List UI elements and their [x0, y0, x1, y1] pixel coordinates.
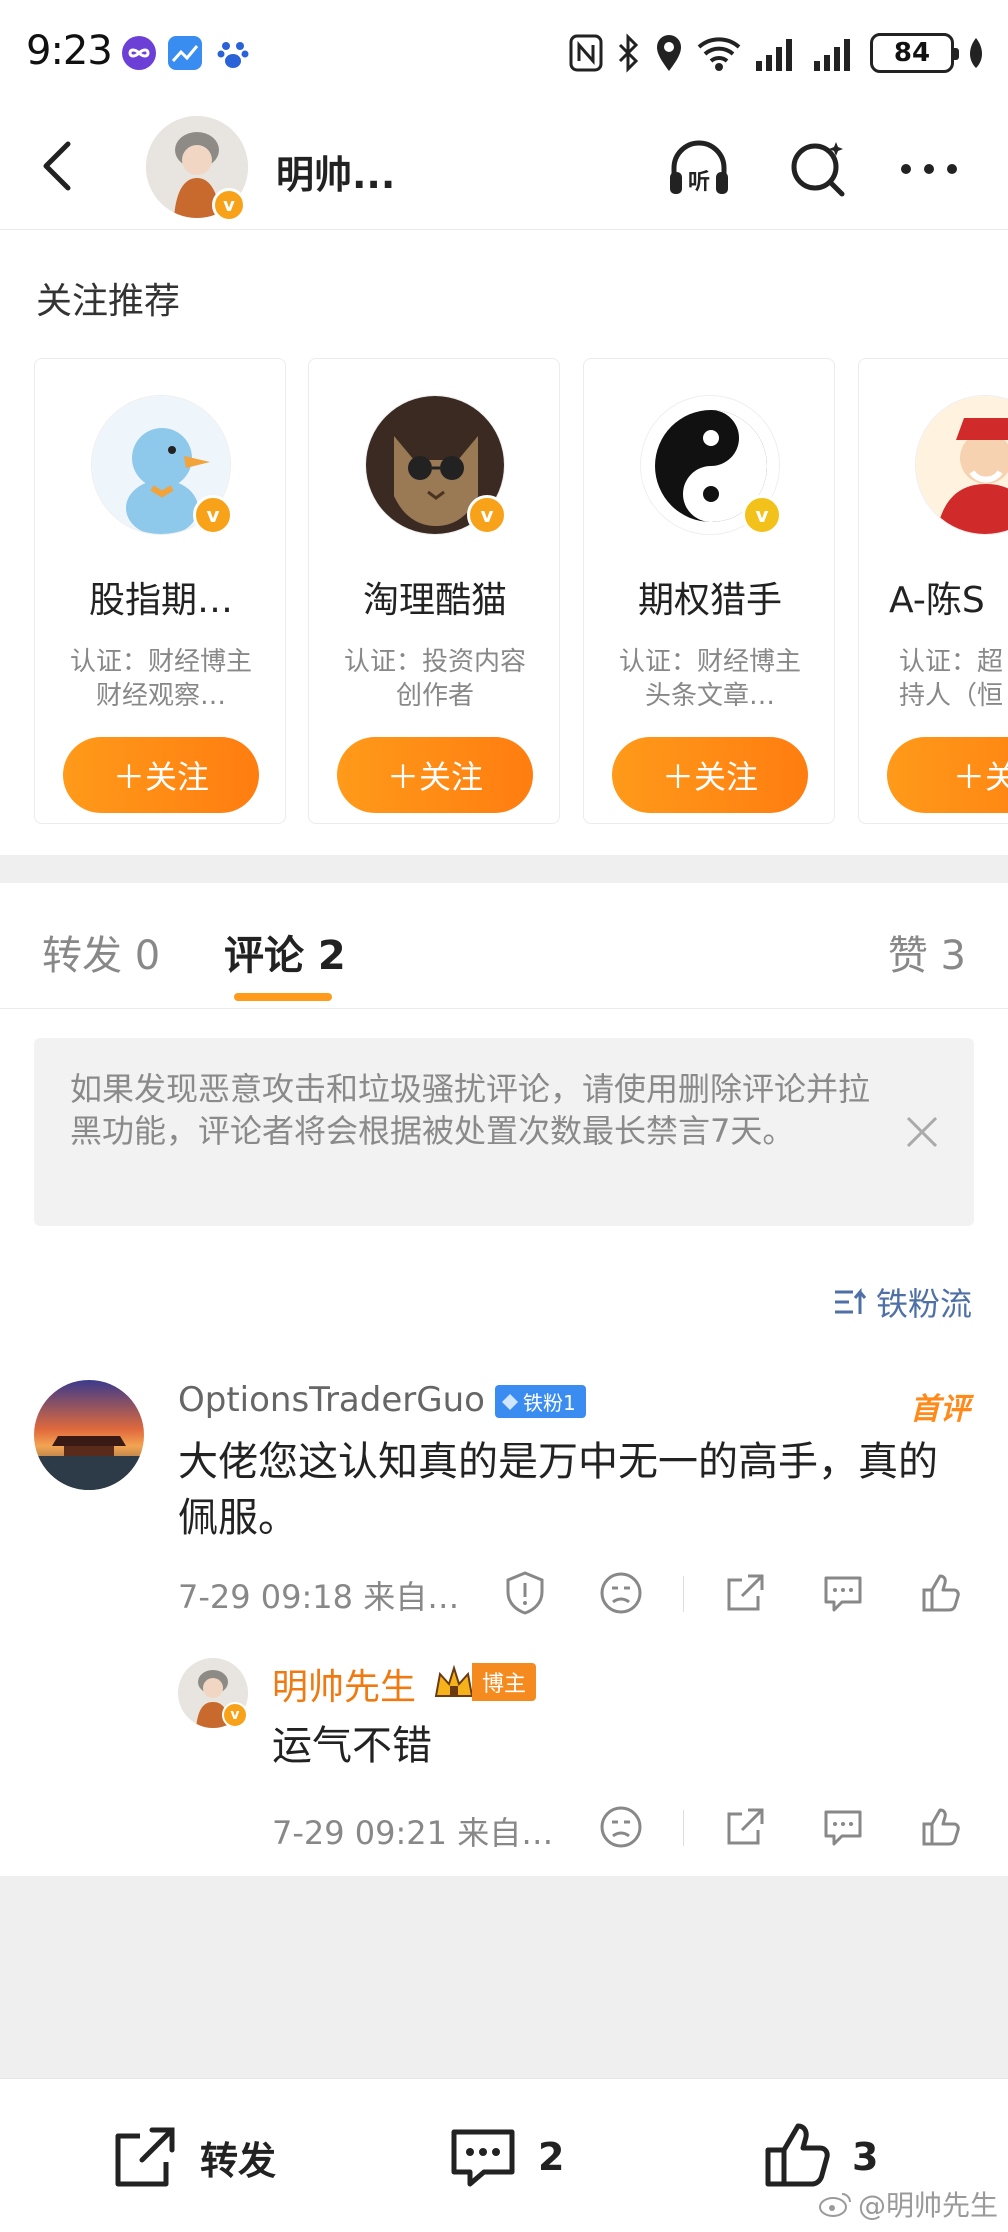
- dislike-icon[interactable]: [598, 1570, 644, 1616]
- verified-badge: v: [222, 1702, 248, 1728]
- share-icon: [115, 2127, 175, 2187]
- share-icon[interactable]: [722, 1804, 768, 1850]
- watermark-text: @明帅先生: [857, 2189, 998, 2222]
- back-icon[interactable]: [30, 136, 90, 196]
- dislike-icon[interactable]: [598, 1804, 644, 1850]
- baidu-app-icon: [216, 36, 250, 70]
- username-text: OptionsTraderGuo: [178, 1380, 485, 1420]
- status-time: 9:23: [26, 28, 113, 74]
- like-icon: [765, 2123, 830, 2187]
- tab-likes[interactable]: 赞 3: [888, 923, 966, 981]
- wifi-icon: [697, 37, 741, 71]
- comment-meta: 7-29 09:18 来自…: [178, 1578, 460, 1616]
- rec-name: A-陈S: [889, 580, 985, 621]
- separator: [683, 1576, 684, 1612]
- verified-badge: v: [212, 188, 246, 222]
- comment-count: 2: [538, 2135, 565, 2179]
- follow-button[interactable]: ＋关注: [337, 737, 533, 813]
- top-nav: v 明帅... 听: [0, 108, 1008, 230]
- section-title: 关注推荐: [36, 281, 181, 322]
- fan-badge-label: 铁粉1: [522, 1391, 576, 1415]
- tab-underline: [234, 993, 332, 1001]
- page-title[interactable]: 明帅...: [276, 144, 395, 199]
- sort-label: 铁粉流: [875, 1285, 972, 1323]
- verified-badge: v: [742, 495, 782, 535]
- like-icon[interactable]: [918, 1570, 964, 1616]
- repost-label: 转发: [200, 2138, 277, 2183]
- separator: [683, 1810, 684, 1846]
- watermark: @明帅先生: [818, 2184, 998, 2224]
- svg-text:听: 听: [688, 170, 710, 195]
- reply-text[interactable]: 运气不错: [272, 1718, 962, 1774]
- rec-card[interactable]: A-陈S 认证：超持人（恒 ＋关: [858, 358, 1008, 824]
- status-icons: 84: [568, 30, 986, 76]
- reply-meta: 7-29 09:21 来自…: [272, 1814, 554, 1852]
- follow-recommendations: 关注推荐 v 股指期… 认证：财经博主 财经观察… ＋关注 v 淘理酷猫 认证：…: [0, 230, 1008, 855]
- rec-desc: 认证：财经博主 财经观察…: [69, 647, 252, 711]
- nfc-icon: [569, 34, 603, 72]
- rec-card[interactable]: v 淘理酷猫 认证：投资内容创作者 ＋关注: [308, 358, 560, 824]
- search-icon[interactable]: [784, 134, 854, 204]
- location-icon: [657, 35, 681, 71]
- share-icon[interactable]: [722, 1570, 768, 1616]
- follow-button[interactable]: ＋关注: [612, 737, 808, 813]
- blogger-tag: 博主: [432, 1662, 537, 1702]
- comment-text[interactable]: 大佬您这认知真的是万中无一的高手，真的佩服。: [178, 1434, 968, 1546]
- like-count: 3: [852, 2135, 879, 2179]
- close-icon[interactable]: [904, 1114, 940, 1150]
- first-comment-tag: 首评: [910, 1392, 970, 1427]
- tab-bar: 转发 0 评论 2 赞 3: [0, 883, 1008, 1009]
- rec-card[interactable]: v 期权猎手 认证：财经博主 头条文章… ＋关注: [583, 358, 835, 824]
- chart-app-icon: [168, 36, 202, 70]
- rec-desc: 认证：财经博主 头条文章…: [618, 647, 801, 711]
- notice-banner: 如果发现恶意攻击和垃圾骚扰评论，请使用删除评论并拉黑功能，评论者将会根据被处置次…: [34, 1038, 974, 1226]
- listen-icon[interactable]: 听: [664, 134, 734, 204]
- follow-button[interactable]: ＋关注: [63, 737, 259, 813]
- avatar[interactable]: [915, 395, 1008, 535]
- fan-badge: 铁粉1: [494, 1385, 586, 1418]
- tab-repost[interactable]: 转发 0: [42, 923, 160, 981]
- signal-icon: [756, 39, 792, 71]
- comment-icon: [451, 2129, 515, 2187]
- battery-indicator: 84: [870, 33, 959, 73]
- tab-comments[interactable]: 评论 2: [224, 923, 346, 981]
- like-icon[interactable]: [918, 1804, 964, 1850]
- report-icon[interactable]: [502, 1570, 548, 1616]
- crown-icon: [434, 1664, 474, 1697]
- follow-button[interactable]: ＋关: [887, 737, 1008, 813]
- verified-badge: v: [193, 495, 233, 535]
- infinity-app-icon: [122, 36, 156, 70]
- weibo-icon: [818, 2193, 851, 2217]
- reply-icon[interactable]: [820, 1570, 866, 1616]
- status-bar: 9:23 84: [0, 0, 1008, 108]
- notice-text: 如果发现恶意攻击和垃圾骚扰评论，请使用删除评论并拉黑功能，评论者将会根据被处置次…: [70, 1070, 871, 1150]
- rec-name: 期权猎手: [637, 580, 782, 621]
- sort-button[interactable]: 铁粉流: [832, 1278, 972, 1326]
- avatar[interactable]: [34, 1380, 144, 1490]
- sort-icon: [834, 1287, 867, 1314]
- leaf-icon: [970, 38, 982, 68]
- reply-username[interactable]: 明帅先生: [272, 1658, 416, 1710]
- rec-name: 淘理酷猫: [362, 580, 507, 621]
- diamond-icon: [501, 1393, 518, 1410]
- blogger-tag-label: 博主: [472, 1663, 537, 1701]
- comment-button[interactable]: 2: [446, 2117, 564, 2197]
- rec-desc: 认证：投资内容创作者: [343, 647, 526, 711]
- reply-icon[interactable]: [820, 1804, 866, 1850]
- rec-name: 股指期…: [88, 580, 233, 621]
- repost-button[interactable]: 转发: [108, 2117, 276, 2197]
- verified-badge: v: [467, 495, 507, 535]
- more-icon[interactable]: [894, 134, 964, 204]
- rec-desc: 认证：超持人（恒: [899, 647, 1004, 711]
- comment-username[interactable]: OptionsTraderGuo 铁粉1: [178, 1380, 586, 1420]
- bluetooth-icon: [618, 33, 639, 73]
- empty-area: [0, 1876, 1008, 2078]
- section-divider: [0, 855, 1008, 883]
- signal-icon-2: [814, 39, 850, 71]
- bottom-bar: 转发 2 3 @明帅先生: [0, 2078, 1008, 2232]
- rec-card[interactable]: v 股指期… 认证：财经博主 财经观察… ＋关注: [34, 358, 286, 824]
